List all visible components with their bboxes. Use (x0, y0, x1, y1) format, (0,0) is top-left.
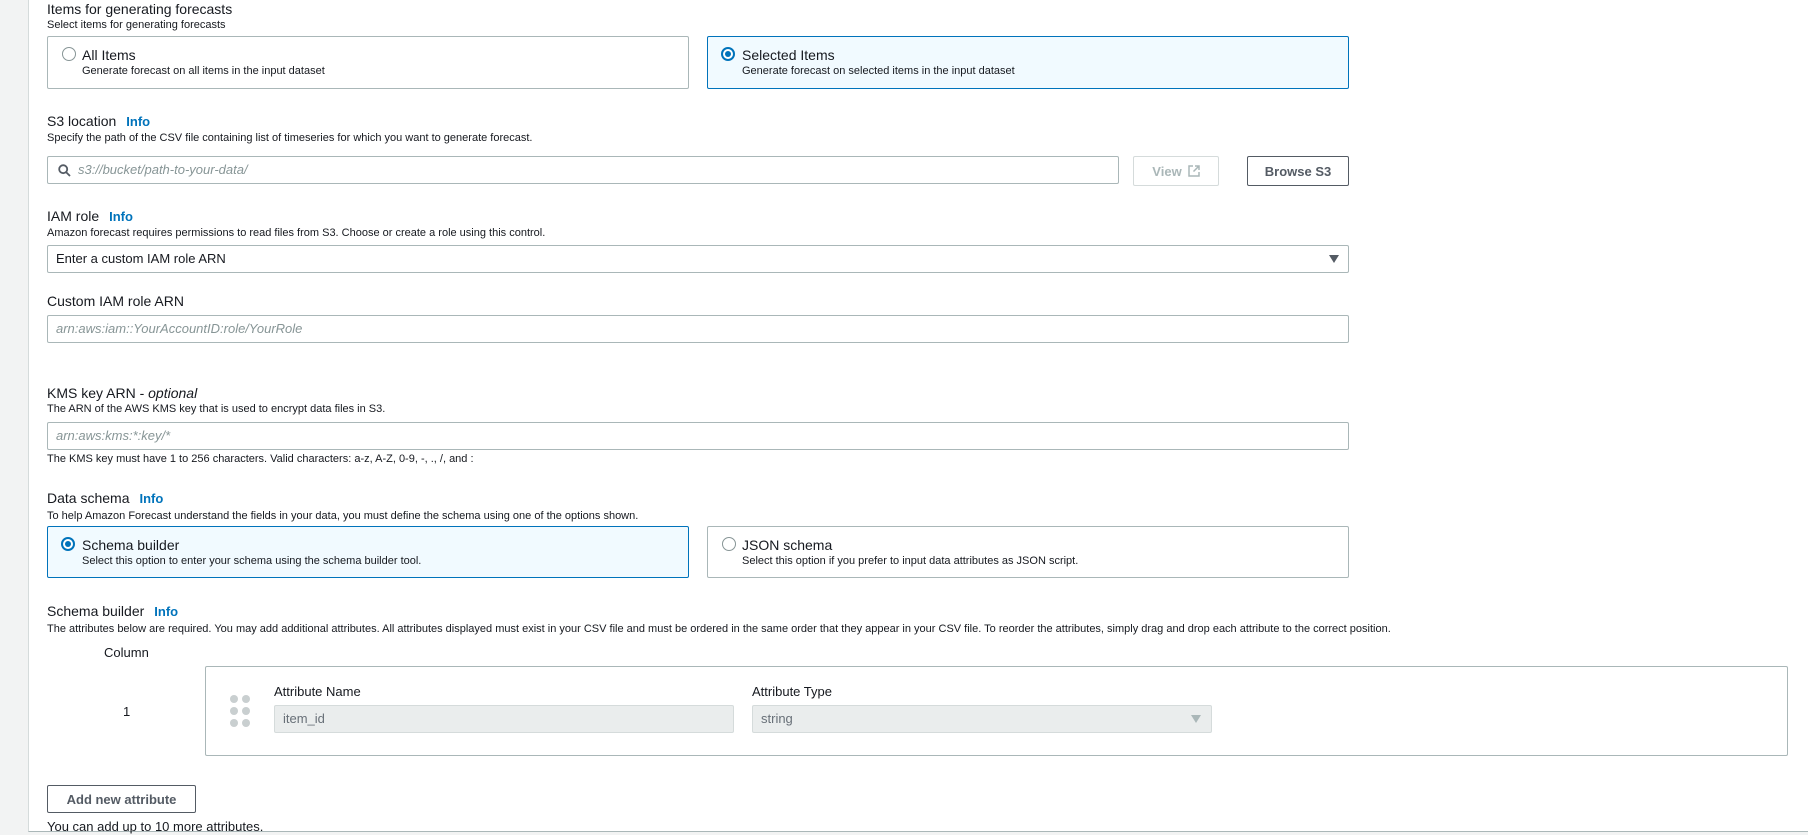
custom-iam-input[interactable]: arn:aws:iam::YourAccountID:role/YourRole (47, 315, 1349, 343)
iam-role-label-text: IAM role (47, 208, 100, 224)
selected-items-description: Generate forecast on selected items in t… (742, 65, 1015, 77)
selected-items-title: Selected Items (742, 47, 835, 63)
drag-handle-icon[interactable] (230, 695, 250, 727)
view-button-label: View (1152, 163, 1182, 179)
s3-path-input[interactable]: s3://bucket/path-to-your-data/ (47, 156, 1119, 184)
s3-path-placeholder: s3://bucket/path-to-your-data/ (78, 162, 248, 177)
data-schema-label: Data schema Info (47, 490, 163, 506)
attribute-type-value: string (761, 711, 793, 726)
schema-builder-radio[interactable] (61, 537, 75, 551)
all-items-option[interactable]: All Items Generate forecast on all items… (47, 36, 689, 89)
attribute-limit-text: You can add up to 10 more attributes. (47, 819, 264, 834)
all-items-description: Generate forecast on all items in the in… (82, 65, 325, 77)
kms-input[interactable]: arn:aws:kms:*:key/* (47, 422, 1349, 450)
view-button[interactable]: View (1133, 156, 1219, 186)
attribute-type-label: Attribute Type (752, 684, 832, 699)
s3-location-label: S3 location Info (47, 113, 150, 129)
add-new-attribute-button[interactable]: Add new attribute (47, 785, 196, 813)
caret-down-icon (1329, 255, 1339, 263)
attribute-row: Attribute Name item_id Attribute Type st… (205, 666, 1788, 756)
kms-description: The ARN of the AWS KMS key that is used … (47, 403, 386, 415)
schema-builder-option[interactable]: Schema builder Select this option to ent… (47, 526, 689, 578)
s3-location-description: Specify the path of the CSV file contain… (47, 132, 533, 144)
selected-items-option[interactable]: Selected Items Generate forecast on sele… (707, 36, 1349, 89)
attribute-name-field: item_id (274, 705, 734, 733)
kms-label-text: KMS key ARN - (47, 385, 149, 401)
all-items-radio[interactable] (62, 47, 76, 61)
kms-optional-text: optional (148, 385, 198, 401)
s3-info-link[interactable]: Info (126, 114, 150, 129)
custom-iam-placeholder: arn:aws:iam::YourAccountID:role/YourRole (56, 321, 303, 336)
json-schema-description: Select this option if you prefer to inpu… (742, 555, 1079, 567)
kms-placeholder: arn:aws:kms:*:key/* (56, 428, 171, 443)
search-icon (58, 164, 71, 177)
iam-role-label: IAM role Info (47, 208, 133, 224)
external-link-icon (1187, 165, 1200, 177)
iam-role-select[interactable]: Enter a custom IAM role ARN (47, 245, 1349, 273)
iam-role-info-link[interactable]: Info (109, 209, 133, 224)
schema-builder-label-text: Schema builder (47, 603, 145, 619)
data-schema-label-text: Data schema (47, 490, 130, 506)
attribute-name-label: Attribute Name (274, 684, 361, 699)
column-number: 1 (123, 704, 131, 719)
schema-builder-info-link[interactable]: Info (154, 604, 178, 619)
schema-builder-label: Schema builder Info (47, 603, 178, 619)
json-schema-title: JSON schema (742, 537, 833, 553)
browse-s3-button[interactable]: Browse S3 (1247, 156, 1349, 186)
schema-builder-title: Schema builder (82, 537, 180, 553)
schema-builder-description: The attributes below are required. You m… (47, 623, 1391, 635)
schema-builder-description: Select this option to enter your schema … (82, 555, 422, 567)
browse-s3-label: Browse S3 (1264, 163, 1332, 179)
forecast-items-description: Select items for generating forecasts (47, 19, 226, 31)
json-schema-option[interactable]: JSON schema Select this option if you pr… (707, 526, 1349, 578)
data-schema-info-link[interactable]: Info (139, 491, 163, 506)
selected-items-radio[interactable] (721, 47, 735, 61)
kms-constraint-text: The KMS key must have 1 to 256 character… (47, 453, 474, 465)
attribute-type-select: string (752, 705, 1212, 733)
iam-role-selected-value: Enter a custom IAM role ARN (56, 251, 226, 266)
kms-label: KMS key ARN - optional (47, 385, 197, 401)
custom-iam-label: Custom IAM role ARN (47, 293, 184, 309)
json-schema-radio[interactable] (722, 537, 736, 551)
s3-location-label-text: S3 location (47, 113, 117, 129)
iam-role-description: Amazon forecast requires permissions to … (47, 227, 546, 239)
forecast-items-label: Items for generating forecasts (47, 1, 233, 17)
data-schema-description: To help Amazon Forecast understand the f… (47, 510, 639, 522)
forecast-form-page: Items for generating forecasts Select it… (28, 0, 1808, 834)
column-header: Column (104, 645, 149, 660)
add-new-attribute-label: Add new attribute (66, 791, 177, 807)
caret-down-icon (1191, 715, 1201, 723)
all-items-title: All Items (82, 47, 136, 63)
